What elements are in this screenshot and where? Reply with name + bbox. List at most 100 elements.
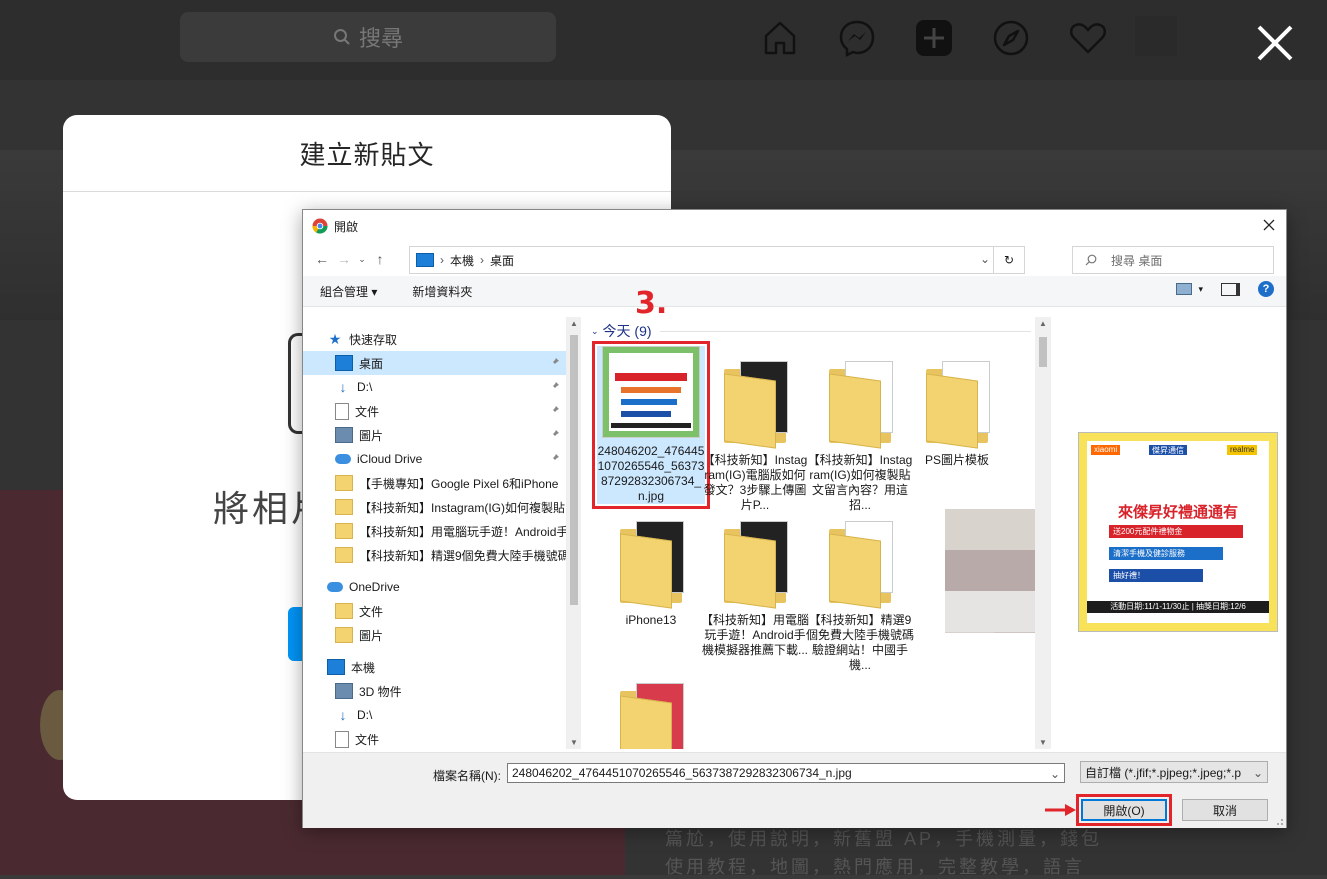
nav-item-7[interactable]: 【科技新知】Instagram(IG)如何複製貼 <box>303 495 566 519</box>
file-pane-scrollbar[interactable]: ▲ ▼ <box>1035 317 1051 749</box>
create-post-title: 建立新貼文 <box>63 115 671 192</box>
folder-icon <box>710 357 800 449</box>
address-dropdown-icon[interactable]: ⌄ <box>980 252 990 266</box>
folder-tile[interactable]: 【科技新知】精選9個免費大陸手機號碼驗證網站！中國手機... <box>806 517 914 673</box>
up-arrow-icon[interactable]: ↑ <box>369 248 391 270</box>
breadcrumb-this-pc[interactable]: 本機 <box>450 252 474 269</box>
group-header-label: 今天 (9) <box>602 323 652 339</box>
nav-item-label: D:\ <box>357 380 373 394</box>
dialog-search-input[interactable]: 搜尋 桌面 <box>1072 246 1274 274</box>
select-from-computer-button[interactable] <box>288 607 303 661</box>
chrome-icon <box>312 218 328 234</box>
home-icon[interactable] <box>758 16 802 60</box>
dialog-title-bar: 開啟 <box>303 210 1286 242</box>
profile-avatar[interactable] <box>1135 16 1177 56</box>
nav-item-label: 【科技新知】用電腦玩手遊！Android手 <box>359 524 567 539</box>
file-type-select[interactable]: 自訂檔 (*.jfif;*.pjpeg;*.jpeg;*.p ⌄ <box>1080 761 1268 783</box>
nav-item-12[interactable]: 圖片 <box>303 623 566 647</box>
3d-objects-icon <box>335 683 353 699</box>
cancel-button[interactable]: 取消 <box>1182 799 1268 821</box>
address-bar[interactable]: › 本機 › 桌面 ⌄ ↻ <box>409 246 1025 274</box>
dialog-close-icon[interactable] <box>1260 216 1278 234</box>
nav-item-13[interactable]: 本機 <box>303 655 566 679</box>
nav-item-0[interactable]: ★ 快速存取 <box>303 327 566 351</box>
file-name: 【科技新知】Instagram(IG)如何複製貼文留言內容？用這招... <box>807 453 913 512</box>
refresh-icon[interactable]: ↻ <box>993 247 1024 273</box>
file-scroll-thumb[interactable] <box>1039 337 1047 367</box>
file-type-dropdown-icon[interactable]: ⌄ <box>1252 766 1263 780</box>
pin-icon <box>551 430 559 438</box>
nav-item-6[interactable]: 【手機專知】Google Pixel 6和iPhone <box>303 471 566 495</box>
image-preview: xiaomi 傑昇通信 realme 來傑昇好禮通通有 送200元配件禮物金 清… <box>1078 432 1278 632</box>
nav-item-4[interactable]: 圖片 <box>303 423 566 447</box>
organize-menu[interactable]: 組合管理 ▾ <box>320 283 377 300</box>
icloud-icon <box>335 454 351 464</box>
open-button[interactable]: 開啟(O) <box>1076 794 1172 826</box>
folder-tile[interactable]: iPhone13 <box>597 517 705 628</box>
computer-icon <box>416 253 434 267</box>
nav-item-16[interactable]: 文件 <box>303 727 566 749</box>
pin-icon <box>551 358 559 366</box>
preview-pane-icon[interactable] <box>1221 282 1240 296</box>
messenger-icon[interactable] <box>835 16 879 60</box>
nav-item-14[interactable]: 3D 物件 <box>303 679 566 703</box>
filename-label: 檔案名稱(N): <box>433 769 501 783</box>
folder-tile[interactable] <box>597 679 705 749</box>
close-icon[interactable] <box>1254 22 1296 64</box>
help-icon[interactable]: ? <box>1258 281 1274 297</box>
nav-item-3[interactable]: 文件 <box>303 399 566 423</box>
preview-bar-2: 清潔手機及健診服務 <box>1109 547 1223 560</box>
nav-item-15[interactable]: ↓ D:\ <box>303 703 566 727</box>
new-post-icon[interactable] <box>912 16 956 60</box>
explore-compass-icon[interactable] <box>989 16 1033 60</box>
star-icon: ★ <box>328 331 342 347</box>
folder-icon <box>710 517 800 609</box>
group-header-today[interactable]: ⌄ 今天 (9) <box>591 321 1031 341</box>
preview-bar-3: 抽好禮！ <box>1109 569 1203 582</box>
instagram-search-placeholder: 搜尋 <box>358 26 403 51</box>
nav-item-11[interactable]: 文件 <box>303 599 566 623</box>
resize-grip-icon[interactable] <box>1274 816 1284 826</box>
filename-input[interactable]: 248046202_4764451070265546_5637387292832… <box>507 763 1065 783</box>
nav-item-9[interactable]: 【科技新知】精選9個免費大陸手機號碼 <box>303 543 566 567</box>
forward-arrow-icon[interactable]: → <box>333 248 355 270</box>
image-thumbnail <box>602 346 700 438</box>
filename-dropdown-icon[interactable]: ⌄ <box>1050 767 1060 781</box>
back-arrow-icon[interactable]: ← <box>311 248 333 270</box>
nav-pane-scrollbar[interactable]: ▲ ▼ <box>567 317 581 749</box>
search-icon <box>1085 254 1097 266</box>
folder-tile[interactable]: PS圖片模板 <box>903 357 1011 468</box>
recent-locations-chevron-icon[interactable]: ⌄ <box>355 248 369 270</box>
heart-icon[interactable] <box>1066 16 1110 60</box>
new-folder-button[interactable]: 新增資料夾 <box>412 283 472 300</box>
nav-item-label: iCloud Drive <box>357 452 423 466</box>
navigation-pane: ★ 快速存取 桌面 ↓ D:\ 文件 圖片 iCloud Drive 【手機專知】Google … <box>303 317 567 749</box>
nav-item-2[interactable]: ↓ D:\ <box>303 375 566 399</box>
backdrop-caption-line-2: 使用教程，地圖，熱門應用，完整教學，語言 <box>665 857 1085 877</box>
nav-scroll-thumb[interactable] <box>570 335 578 605</box>
view-dropdown-icon[interactable]: ▾ <box>1198 284 1203 295</box>
nav-item-label: 圖片 <box>359 628 384 643</box>
file-name: 【科技新知】用電腦玩手遊！Android手機模擬器推薦下載... <box>701 613 810 657</box>
toolbar-right: ▾ ? <box>1158 281 1274 297</box>
view-options-icon[interactable] <box>1176 283 1193 295</box>
nav-item-8[interactable]: 【科技新知】用電腦玩手遊！Android手 <box>303 519 566 543</box>
document-icon <box>335 730 349 748</box>
nav-item-1[interactable]: 桌面 <box>303 351 566 375</box>
breadcrumb-desktop[interactable]: 桌面 <box>490 252 514 269</box>
pin-icon <box>551 382 559 390</box>
nav-item-label: 文件 <box>359 604 384 619</box>
organize-label: 組合管理 <box>320 284 369 299</box>
folder-tile[interactable]: 【科技新知】Instagram(IG)電腦版如何發文？3步驟上傳圖片P... <box>701 357 809 513</box>
nav-item-10[interactable]: OneDrive <box>303 575 566 599</box>
file-tile-image[interactable]: 248046202_4764451070265546_5637387292832… <box>592 341 710 509</box>
file-name: iPhone13 <box>625 613 677 627</box>
address-row: ← → ⌄ ↑ › 本機 › 桌面 ⌄ ↻ 搜尋 桌面 <box>303 242 1286 276</box>
nav-item-5[interactable]: iCloud Drive <box>303 447 566 471</box>
nav-item-label: 本機 <box>351 660 376 675</box>
nav-item-label: 文件 <box>355 732 380 747</box>
instagram-search-bar[interactable]: 搜尋 <box>180 12 556 62</box>
folder-tile[interactable]: 【科技新知】用電腦玩手遊！Android手機模擬器推薦下載... <box>701 517 809 658</box>
nav-item-label: 圖片 <box>359 428 384 443</box>
folder-tile[interactable]: 【科技新知】Instagram(IG)如何複製貼文留言內容？用這招... <box>806 357 914 513</box>
